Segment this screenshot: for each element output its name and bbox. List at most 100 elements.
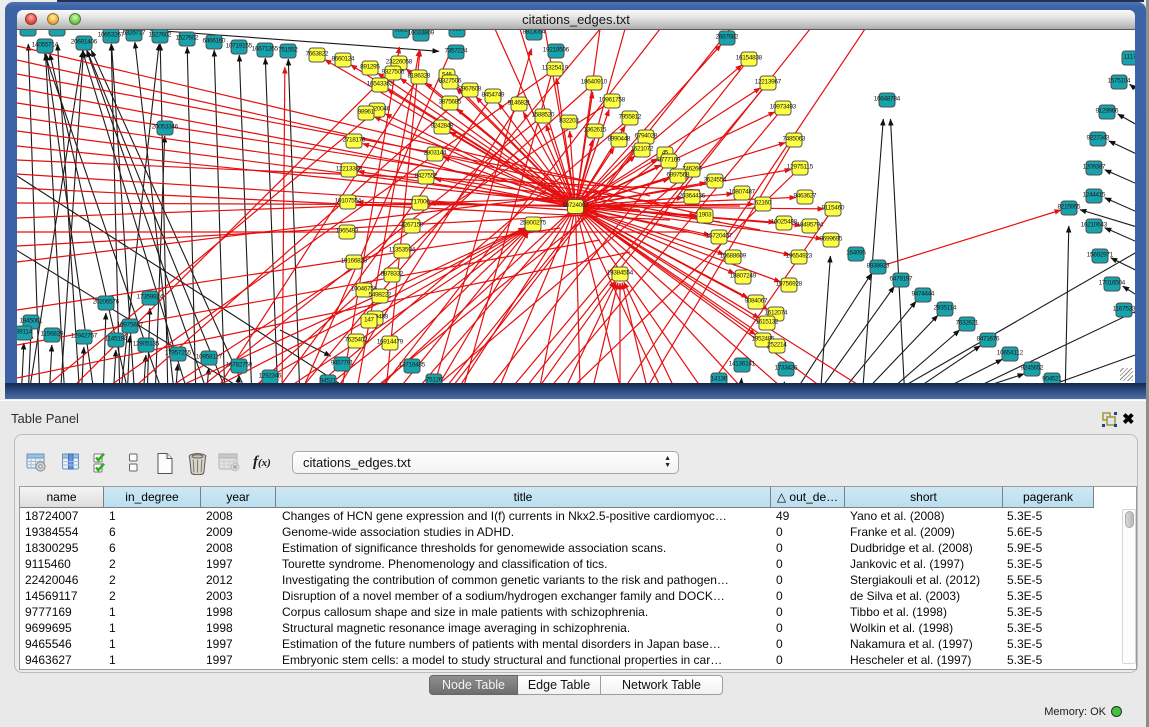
svg-text:9777169: 9777169 [657, 157, 680, 164]
svg-text:1806: 1806 [21, 30, 35, 32]
svg-text:2803144: 2803144 [423, 150, 446, 157]
svg-text:5498222: 5498222 [368, 292, 391, 299]
svg-text:6794028: 6794028 [634, 133, 657, 140]
svg-text:751552: 751552 [278, 47, 298, 54]
svg-text:164095: 164095 [846, 250, 866, 257]
svg-text:16154838: 16154838 [736, 55, 763, 62]
svg-text:12213389: 12213389 [336, 166, 363, 173]
svg-text:3875685: 3875685 [438, 99, 461, 106]
svg-text:8813054: 8813054 [522, 30, 545, 36]
svg-text:10807487: 10807487 [729, 189, 756, 196]
svg-text:9084067: 9084067 [744, 298, 767, 305]
svg-text:7625402: 7625402 [344, 337, 367, 344]
svg-text:17359924: 17359924 [137, 294, 164, 301]
svg-text:88130: 88130 [449, 30, 466, 33]
svg-text:9474444: 9474444 [911, 291, 934, 298]
svg-text:8878332: 8878332 [380, 271, 403, 278]
svg-text:18640910: 18640910 [581, 79, 608, 86]
svg-text:19756928: 19756928 [776, 281, 803, 288]
svg-text:9227343: 9227343 [1086, 135, 1109, 142]
svg-text:11325419: 11325419 [542, 65, 569, 72]
svg-text:39114: 39114 [17, 329, 33, 336]
svg-text:17016504: 17016504 [1099, 280, 1126, 287]
svg-text:10654112: 10654112 [997, 350, 1024, 357]
svg-text:1615132: 1615132 [755, 319, 778, 326]
svg-text:10653267: 10653267 [98, 32, 125, 39]
svg-text:6897568: 6897568 [666, 172, 689, 179]
svg-text:12942757: 12942757 [71, 333, 98, 340]
svg-text:9327506: 9327506 [381, 69, 404, 76]
svg-text:25900275: 25900275 [520, 220, 547, 227]
svg-text:10975887: 10975887 [117, 322, 144, 329]
svg-text:12213967: 12213967 [755, 79, 782, 86]
svg-text:12975115: 12975115 [787, 164, 814, 171]
svg-text:14136141: 14136141 [729, 361, 756, 368]
svg-text:9129966: 9129966 [1095, 108, 1118, 115]
svg-text:1167533: 1167533 [1112, 306, 1135, 313]
svg-text:1575104: 1575104 [1107, 78, 1130, 85]
svg-text:7357224: 7357224 [444, 48, 467, 55]
svg-text:7632621: 7632621 [955, 320, 978, 327]
svg-text:15720407: 15720407 [706, 233, 733, 240]
svg-text:1156829: 1156829 [40, 331, 63, 338]
svg-text:16543362: 16543362 [367, 81, 394, 88]
svg-text:1903: 1903 [698, 212, 712, 219]
svg-text:20053346: 20053346 [152, 124, 179, 131]
svg-text:9242848: 9242848 [430, 123, 453, 130]
svg-text:16648784: 16648784 [874, 96, 901, 103]
svg-text:16033809: 16033809 [408, 30, 435, 37]
svg-text:10958117: 10958117 [196, 354, 223, 361]
svg-text:1945061: 1945061 [19, 318, 42, 325]
svg-text:1621072: 1621072 [630, 146, 653, 153]
svg-text:832203: 832203 [559, 118, 579, 125]
svg-text:23226058: 23226058 [386, 59, 413, 66]
svg-text:9631: 9631 [394, 30, 408, 34]
svg-text:18495794: 18495794 [797, 222, 824, 229]
svg-text:1244415: 1244415 [1082, 192, 1105, 199]
svg-text:1733426: 1733426 [774, 365, 797, 372]
svg-text:1292346: 1292346 [258, 373, 281, 380]
svg-text:1527602: 1527602 [148, 32, 171, 39]
svg-text:14136: 14136 [711, 376, 728, 383]
svg-text:8990448: 8990448 [607, 136, 630, 143]
svg-text:2718176: 2718176 [342, 137, 365, 144]
svg-text:891295: 891295 [360, 64, 380, 71]
svg-text:98961: 98961 [358, 109, 375, 116]
svg-text:10973493: 10973493 [770, 104, 797, 111]
svg-text:8186328: 8186328 [407, 73, 430, 80]
svg-text:10961758: 10961758 [599, 97, 626, 104]
svg-text:6479197: 6479197 [889, 276, 912, 283]
svg-text:9115460: 9115460 [821, 205, 844, 212]
svg-text:9457791: 9457791 [330, 360, 353, 367]
svg-text:19384554: 19384554 [607, 270, 634, 277]
svg-text:19218506: 19218506 [543, 47, 570, 54]
svg-text:8454749: 8454749 [481, 92, 504, 99]
svg-text:7663822: 7663822 [305, 51, 328, 58]
svg-text:9327506: 9327506 [438, 78, 461, 85]
svg-text:1145194: 1145194 [104, 336, 127, 343]
svg-text:3267150: 3267150 [400, 222, 423, 229]
svg-text:19166829: 19166829 [341, 258, 368, 265]
svg-text:10719155: 10719155 [226, 43, 253, 50]
svg-text:62160: 62160 [755, 200, 772, 207]
svg-text:13716485: 13716485 [399, 362, 426, 369]
svg-text:11353594: 11353594 [389, 247, 416, 254]
svg-text:5326717: 5326717 [122, 30, 145, 37]
svg-text:16782759: 16782759 [226, 362, 253, 369]
svg-text:8215955: 8215955 [1057, 204, 1080, 211]
svg-text:1209387: 1209387 [1082, 164, 1105, 171]
svg-text:16914479: 16914479 [377, 339, 404, 346]
svg-text:1117: 1117 [1123, 54, 1135, 61]
svg-text:8660124: 8660124 [331, 56, 354, 63]
svg-text:2291406: 2291406 [45, 30, 68, 32]
svg-text:10025488: 10025488 [771, 219, 798, 226]
svg-text:15692971: 15692971 [1087, 252, 1114, 259]
svg-text:2687682: 2687682 [715, 34, 738, 41]
svg-text:2967608: 2967608 [458, 86, 481, 93]
svg-text:7955812: 7955812 [618, 114, 641, 121]
svg-text:18724007: 18724007 [562, 202, 589, 209]
svg-text:7485063: 7485063 [782, 136, 805, 143]
svg-text:8427552: 8427552 [414, 173, 437, 180]
svg-text:1362615: 1362615 [583, 127, 606, 134]
svg-text:20691406: 20691406 [71, 39, 98, 46]
